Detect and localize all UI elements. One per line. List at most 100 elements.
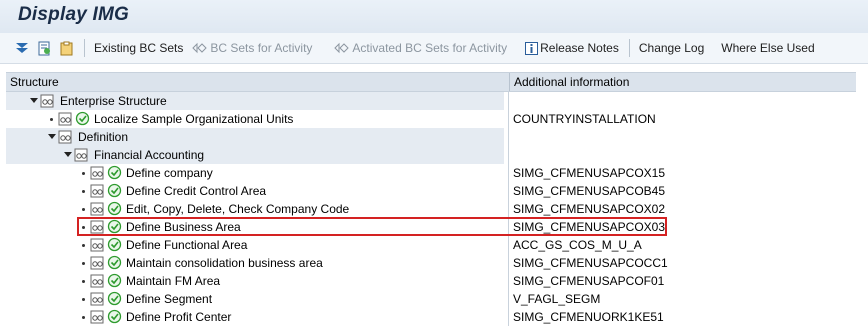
documentation-icon[interactable] — [90, 220, 105, 237]
info-value: SIMG_CFMENUSAPCOF01 — [513, 274, 665, 288]
execute-icon[interactable] — [107, 273, 122, 291]
expand-triangle-icon[interactable] — [48, 134, 56, 139]
documentation-icon[interactable] — [74, 148, 89, 165]
structure-cell[interactable]: Define Business Area — [6, 218, 504, 236]
bullet-icon — [82, 208, 85, 211]
additional-info-cell: SIMG_CFMENUSAPCOB45 — [508, 182, 857, 200]
structure-cell[interactable]: Maintain consolidation business area — [6, 254, 504, 272]
bullet-icon — [82, 280, 85, 283]
node-label[interactable]: Define Segment — [126, 292, 212, 306]
documentation-icon[interactable] — [90, 274, 105, 291]
documentation-icon[interactable] — [58, 112, 73, 129]
execute-icon[interactable] — [107, 183, 122, 201]
additional-info-cell: ACC_GS_COS_M_U_A — [508, 236, 857, 254]
documentation-icon[interactable] — [90, 202, 105, 219]
tree-row[interactable]: Definition — [6, 128, 856, 146]
node-label[interactable]: Definition — [78, 130, 128, 144]
bullet-icon — [82, 172, 85, 175]
tree-header: Structure Additional information — [6, 72, 856, 92]
node-label[interactable]: Define Profit Center — [126, 310, 231, 324]
node-label[interactable]: Define company — [126, 166, 213, 180]
bullet-icon — [82, 190, 85, 193]
structure-cell[interactable]: Financial Accounting — [6, 146, 504, 164]
documentation-icon[interactable] — [90, 238, 105, 255]
node-label[interactable]: Financial Accounting — [94, 148, 204, 162]
existing-bc-sets-button[interactable]: Existing BC Sets — [94, 41, 183, 55]
tree-row[interactable]: Maintain consolidation business area SIMG… — [6, 254, 856, 272]
bullet-icon — [82, 262, 85, 265]
activated-bc-sets-button[interactable]: Activated BC Sets for Activity — [334, 41, 507, 55]
expand-triangle-icon[interactable] — [64, 152, 72, 157]
tree-row[interactable]: Enterprise Structure — [6, 92, 856, 110]
documentation-icon[interactable] — [90, 166, 105, 183]
execute-icon[interactable] — [107, 309, 122, 327]
documentation-icon[interactable] — [90, 184, 105, 201]
where-else-used-button[interactable]: Where Else Used — [721, 41, 814, 55]
column-divider[interactable] — [509, 73, 510, 91]
bc-sets-for-activity-label: BC Sets for Activity — [210, 41, 313, 55]
execute-icon[interactable] — [107, 255, 122, 273]
node-label[interactable]: Edit, Copy, Delete, Check Company Code — [126, 202, 349, 216]
structure-cell[interactable]: Localize Sample Organizational Units — [6, 110, 504, 128]
node-label[interactable]: Define Business Area — [126, 220, 241, 234]
toolbar-separator — [84, 39, 85, 57]
documentation-icon[interactable] — [90, 310, 105, 327]
structure-cell[interactable]: Maintain FM Area — [6, 272, 504, 290]
tree-row[interactable]: Define Segment V_FAGL_SEGM — [6, 290, 856, 308]
img-structure-tree: Structure Additional information Enterpr… — [0, 72, 868, 326]
node-label[interactable]: Localize Sample Organizational Units — [94, 112, 293, 126]
tree-row[interactable]: Define Profit Center SIMG_CFMENUORK1KE51 — [6, 308, 856, 326]
execute-icon[interactable] — [107, 165, 122, 183]
structure-column-header[interactable]: Structure — [10, 75, 59, 89]
release-notes-button[interactable]: Release Notes — [525, 41, 619, 55]
bcset-icon — [334, 42, 350, 54]
execute-icon[interactable] — [107, 219, 122, 237]
structure-cell[interactable]: Define Segment — [6, 290, 504, 308]
tree-row[interactable]: Define company SIMG_CFMENUSAPCOX15 — [6, 164, 856, 182]
node-label[interactable]: Define Functional Area — [126, 238, 247, 252]
additional-info-cell — [508, 146, 857, 164]
find-icon[interactable] — [36, 40, 52, 56]
node-label[interactable]: Enterprise Structure — [60, 94, 167, 108]
info-value: COUNTRYINSTALLATION — [513, 112, 656, 126]
tree-row[interactable]: Edit, Copy, Delete, Check Company Code SI… — [6, 200, 856, 218]
tree-row[interactable]: Define Business Area SIMG_CFMENUSAPCOX03 — [6, 218, 856, 236]
tree-row[interactable]: Define Credit Control Area SIMG_CFMENUSAP… — [6, 182, 856, 200]
tree-row[interactable]: Maintain FM Area SIMG_CFMENUSAPCOF01 — [6, 272, 856, 290]
execute-icon[interactable] — [107, 291, 122, 309]
execute-icon[interactable] — [75, 111, 90, 129]
structure-cell[interactable]: Enterprise Structure — [6, 92, 504, 110]
info-value: SIMG_CFMENUSAPCOX02 — [513, 202, 666, 216]
filter-icon[interactable] — [14, 40, 30, 56]
documentation-icon[interactable] — [90, 256, 105, 273]
clipboard-icon[interactable] — [58, 40, 74, 56]
additional-info-cell: SIMG_CFMENUSAPCOX03 — [508, 218, 857, 236]
node-label[interactable]: Maintain FM Area — [126, 274, 220, 288]
change-log-button[interactable]: Change Log — [639, 41, 704, 55]
structure-cell[interactable]: Define Functional Area — [6, 236, 504, 254]
documentation-icon[interactable] — [90, 292, 105, 309]
documentation-icon[interactable] — [40, 94, 55, 111]
expand-triangle-icon[interactable] — [30, 98, 38, 103]
tree-row[interactable]: Define Functional Area ACC_GS_COS_M_U_A — [6, 236, 856, 254]
structure-cell[interactable]: Define company — [6, 164, 504, 182]
node-label[interactable]: Maintain consolidation business area — [126, 256, 323, 270]
execute-icon[interactable] — [107, 237, 122, 255]
existing-bc-sets-label: Existing BC Sets — [94, 41, 184, 55]
title-bar: Display IMG — [0, 0, 868, 33]
structure-cell[interactable]: Edit, Copy, Delete, Check Company Code — [6, 200, 504, 218]
additional-info-column-header[interactable]: Additional information — [514, 75, 629, 89]
bullet-icon — [50, 118, 53, 121]
toolbar-separator — [628, 39, 630, 57]
documentation-icon[interactable] — [58, 130, 73, 147]
structure-cell[interactable]: Define Credit Control Area — [6, 182, 504, 200]
tree-row[interactable]: Financial Accounting — [6, 146, 856, 164]
execute-icon[interactable] — [107, 201, 122, 219]
structure-cell[interactable]: Definition — [6, 128, 504, 146]
tree-row[interactable]: Localize Sample Organizational Units COUN… — [6, 110, 856, 128]
node-label[interactable]: Define Credit Control Area — [126, 184, 266, 198]
info-value: ACC_GS_COS_M_U_A — [513, 238, 642, 252]
structure-cell[interactable]: Define Profit Center — [6, 308, 504, 326]
additional-info-cell: V_FAGL_SEGM — [508, 290, 857, 308]
bc-sets-for-activity-button[interactable]: BC Sets for Activity — [192, 41, 312, 55]
